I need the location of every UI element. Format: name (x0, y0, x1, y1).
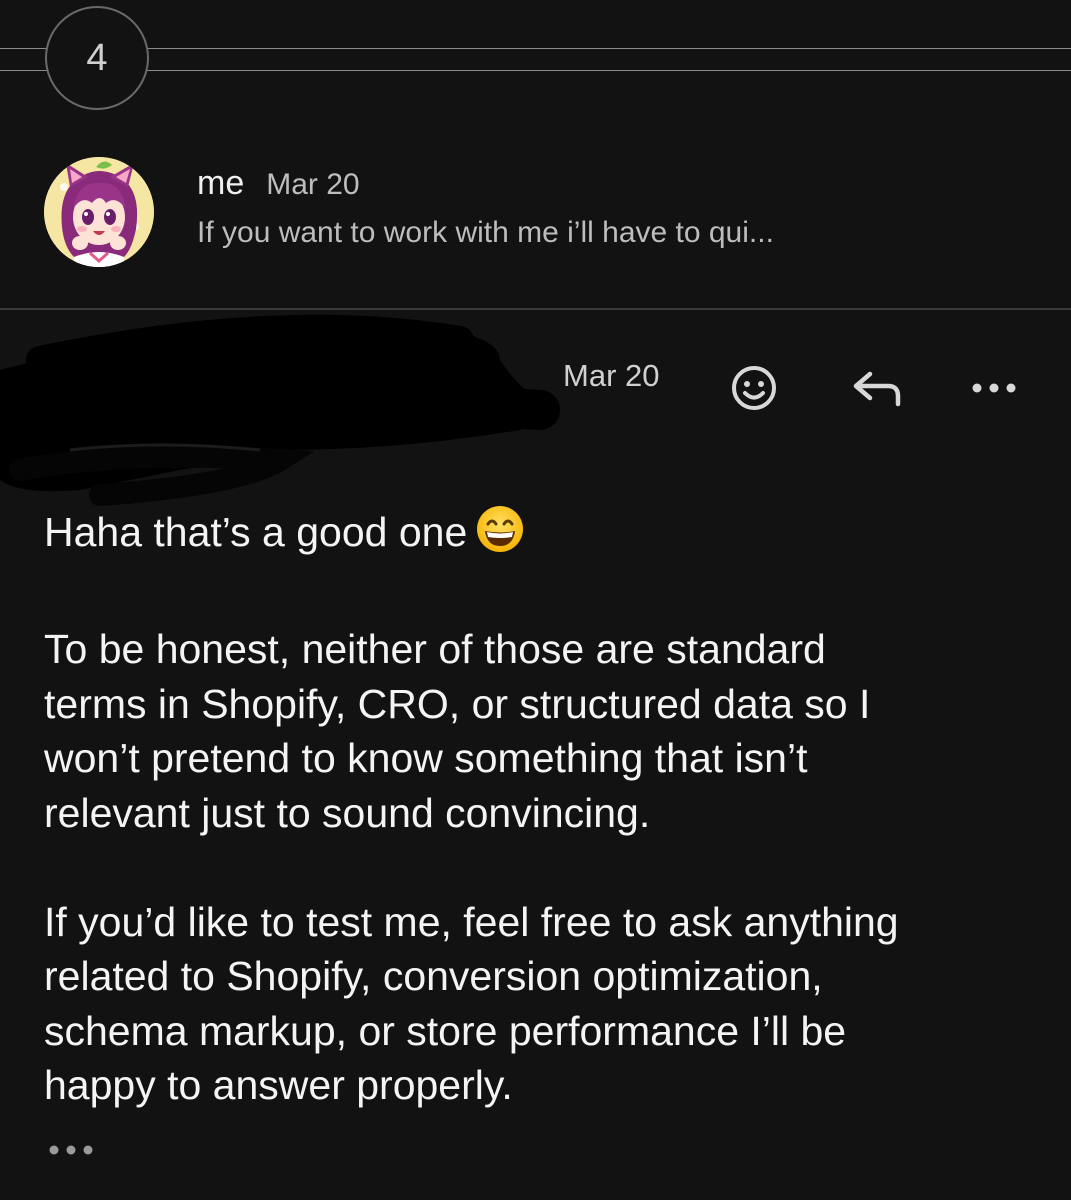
message-body: Haha that’s a good one To be honest, nei… (44, 504, 1034, 1113)
body-paragraph-2-line-3: won’t pretend to know something that isn… (44, 735, 808, 781)
sender-line: me Mar 20 (197, 164, 360, 203)
body-paragraph-3-line-2: related to Shopify, conversion optimizat… (44, 953, 823, 999)
more-options-button[interactable] (966, 360, 1022, 416)
more-options-icon (972, 383, 1016, 393)
collapsed-messages-count-button[interactable]: 4 (45, 6, 149, 110)
body-paragraph-3-line-3: schema markup, or store performance I’ll… (44, 1007, 847, 1054)
grinning-face-emoji-icon (475, 504, 525, 568)
collapsed-message-row[interactable]: me Mar 20 If you want to work with me i’… (0, 140, 1071, 310)
body-paragraph-2-line-2: terms in Shopify, CRO, or structured dat… (44, 680, 871, 727)
redaction-scribble (0, 314, 560, 506)
anime-avatar-icon (44, 157, 154, 267)
body-paragraph-2-line-4: relevant just to sound convincing. (44, 789, 651, 836)
reply-icon (853, 371, 901, 407)
body-paragraph-2-line-1: To be honest, neither of those are stand… (44, 626, 826, 672)
thread-divider-line-top (0, 48, 1071, 49)
body-paragraph-3-line-1: If you’d like to test me, feel free to a… (44, 898, 899, 945)
thread-divider-line-bottom (0, 70, 1071, 71)
collapsed-count-label: 4 (86, 36, 108, 79)
reply-button[interactable] (846, 360, 906, 416)
body-paragraph-3-line-4: happy to answer properly. (44, 1062, 513, 1108)
add-reaction-button[interactable] (726, 360, 782, 416)
body-line-1: Haha that’s a good one (44, 504, 1034, 568)
ellipsis-icon (49, 1145, 93, 1155)
message-date: Mar 20 (266, 168, 360, 201)
add-reaction-icon (732, 366, 776, 410)
sender-name: me (197, 164, 245, 202)
expanded-message-date: Mar 20 (563, 358, 660, 393)
avatar (44, 157, 154, 267)
show-trimmed-content-button[interactable] (46, 1140, 96, 1170)
message-snippet: If you want to work with me i’ll have to… (197, 216, 774, 249)
